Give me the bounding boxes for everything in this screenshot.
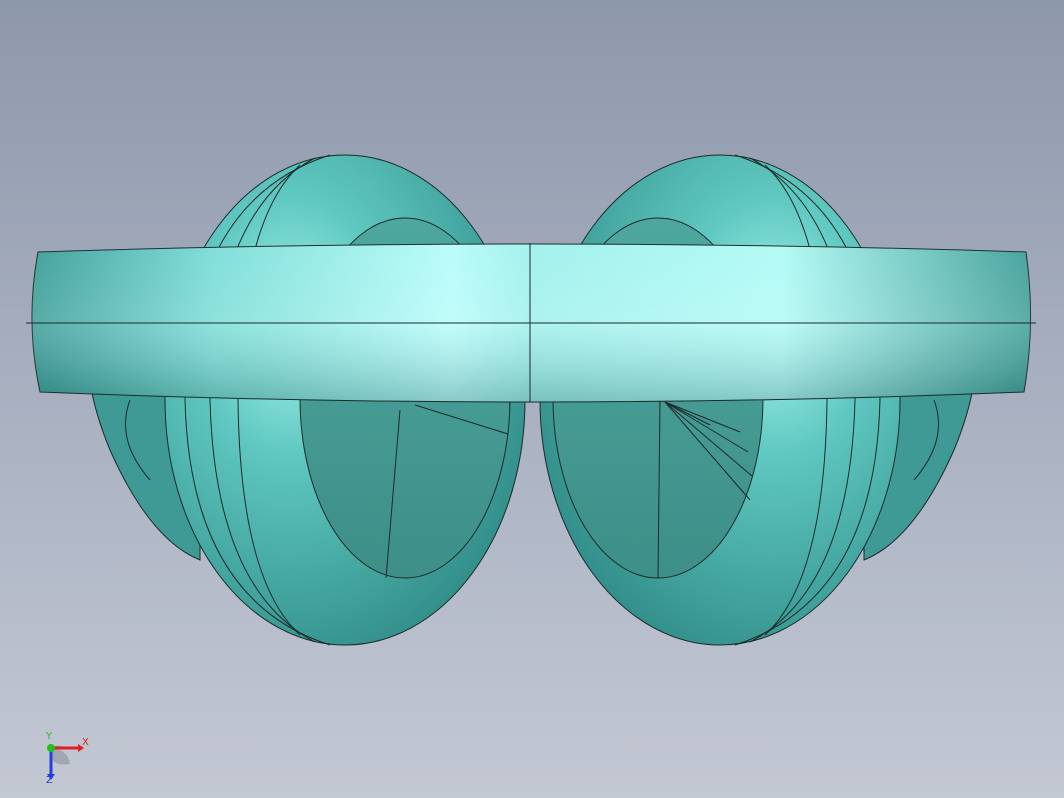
graphics-viewport[interactable]: X Y Z <box>0 0 1064 798</box>
triad-graphic <box>47 744 84 780</box>
z-axis-head <box>47 774 55 780</box>
headband[interactable] <box>26 243 1036 403</box>
y-axis-dot <box>47 744 55 752</box>
headphones-3d-model[interactable] <box>0 0 1064 798</box>
reference-triad: X Y Z <box>40 730 100 790</box>
x-axis-head <box>78 744 84 752</box>
